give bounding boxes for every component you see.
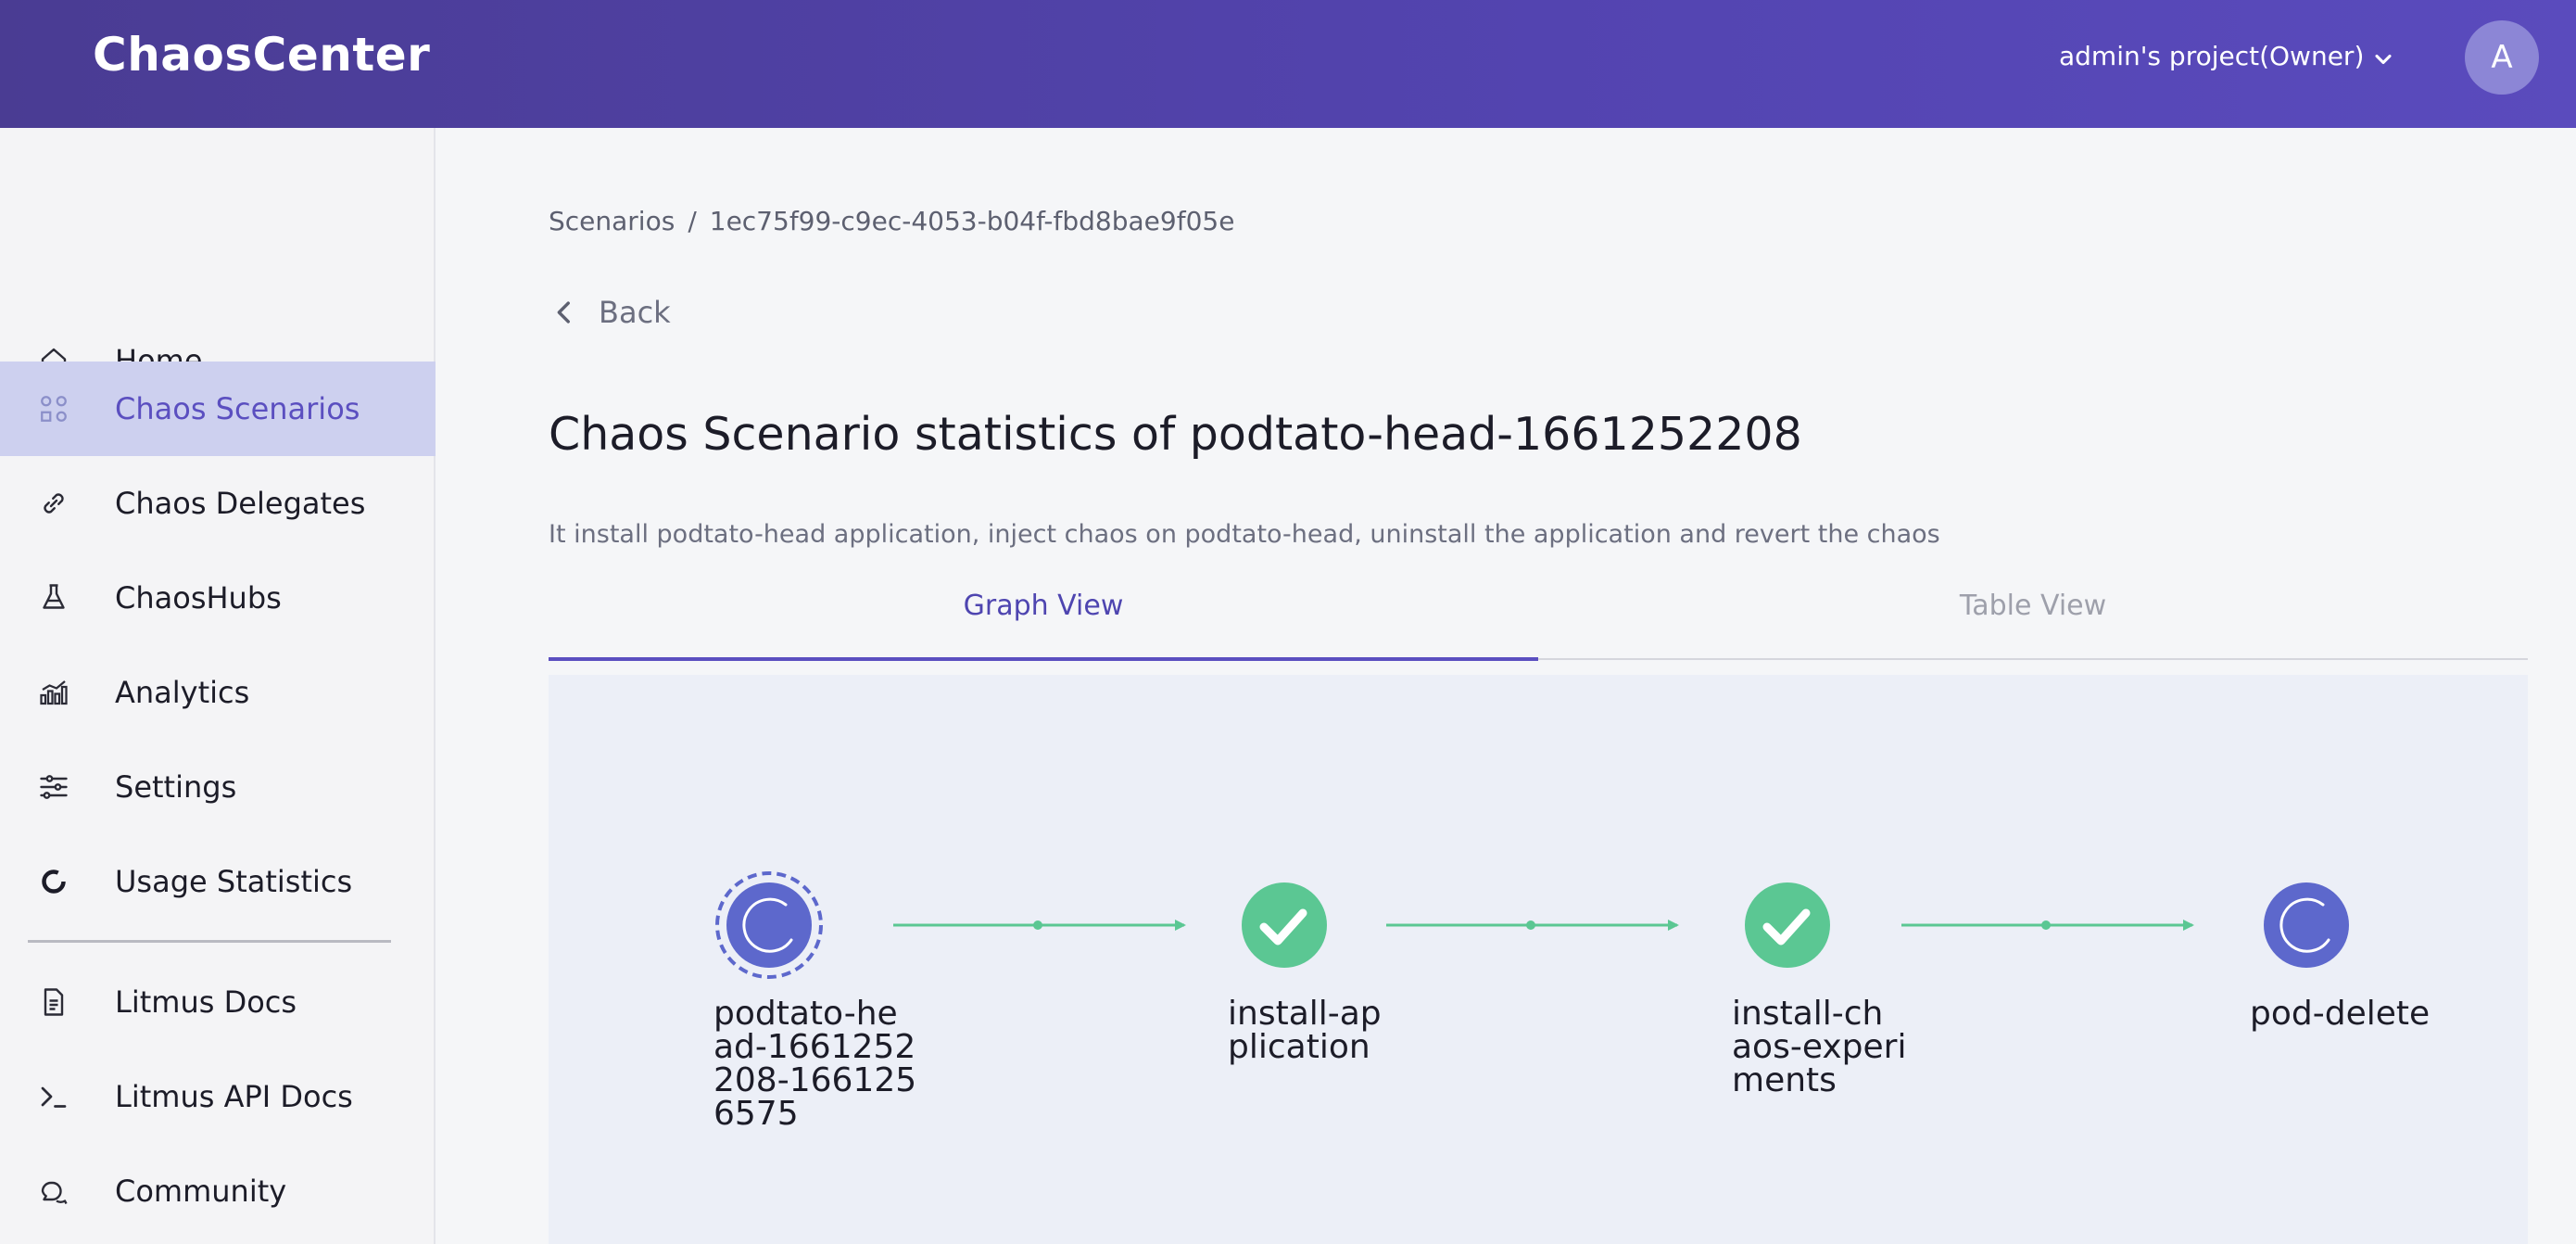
graph-node-label: install-ap plication — [1228, 997, 1382, 1064]
sidebar-item-settings[interactable]: Settings — [0, 740, 436, 834]
top-header: ChaosCenter admin's project(Owner) A — [0, 0, 2576, 128]
back-label: Back — [599, 295, 671, 330]
node-label-line: podtato-he — [713, 995, 898, 1033]
sidebar-item-label: Community — [115, 1174, 287, 1209]
workflow-graph-canvas — [715, 871, 2349, 979]
node-label-line: 6575 — [713, 1095, 799, 1133]
terminal-icon — [41, 1086, 67, 1108]
graph-node-running-icon[interactable] — [2264, 882, 2349, 968]
node-label-line: install-ch — [1732, 995, 1884, 1033]
node-label-line: aos-experi — [1732, 1028, 1907, 1066]
view-tabs: Graph View Table View — [549, 575, 2528, 661]
sidebar-item-litmus-api-docs[interactable]: Litmus API Docs — [0, 1049, 436, 1144]
back-button[interactable]: Back — [549, 295, 671, 330]
sidebar-item-label: Litmus API Docs — [115, 1079, 353, 1114]
breadcrumb-separator: / — [688, 206, 697, 236]
workflow-graph: podtato-he ad-1661252 208-166125 6575 in… — [549, 675, 2528, 1244]
page-title: Chaos Scenario statistics of podtato-hea… — [549, 408, 1802, 461]
sidebar-item-chaos-delegates[interactable]: Chaos Delegates — [0, 456, 436, 551]
breadcrumb: Scenarios / 1ec75f99-c9ec-4053-b04f-fbd8ba… — [549, 206, 1234, 236]
graph-node-label: pod-delete — [2250, 997, 2430, 1031]
scenarios-icon — [41, 396, 67, 422]
node-label-line: install-ap — [1228, 995, 1382, 1033]
sidebar-divider — [28, 940, 391, 943]
graph-edge — [1386, 920, 1679, 931]
graph-edge — [893, 920, 1186, 931]
graph-node-running-icon[interactable] — [715, 871, 823, 979]
node-label-line: 208-166125 — [713, 1061, 917, 1099]
sidebar-item-chaoshubs[interactable]: ChaosHubs — [0, 551, 436, 645]
sidebar-item-label: ChaosHubs — [115, 580, 282, 616]
graph-node-success-icon[interactable] — [1745, 882, 1830, 968]
document-icon — [44, 988, 64, 1016]
page-description: It install podtato-head application, inj… — [549, 520, 1940, 549]
active-tab-indicator — [549, 657, 1538, 661]
ring-icon — [42, 870, 66, 894]
breadcrumb-current: 1ec75f99-c9ec-4053-b04f-fbd8bae9f05e — [709, 206, 1235, 236]
link-icon — [44, 493, 64, 514]
node-label-line: ad-1661252 — [713, 1028, 916, 1066]
brand-logo[interactable]: ChaosCenter — [93, 28, 430, 82]
sidebar-item-litmus-docs[interactable]: Litmus Docs — [0, 955, 436, 1049]
chat-icon — [41, 1181, 68, 1205]
sidebar-item-chaos-scenarios[interactable]: Chaos Scenarios — [0, 362, 436, 456]
graph-node-label: podtato-he ad-1661252 208-166125 6575 — [713, 997, 916, 1131]
sidebar-item-label: Usage Statistics — [115, 864, 353, 899]
sidebar: Home Chaos Scenarios Chaos Delegates Cha… — [0, 128, 436, 1244]
sliders-icon — [40, 775, 68, 799]
chevron-down-icon[interactable] — [2370, 46, 2396, 72]
project-selector-label[interactable]: admin's project(Owner) — [2059, 41, 2364, 71]
sidebar-item-label: Analytics — [115, 675, 250, 710]
sidebar-item-usage-statistics[interactable]: Usage Statistics — [0, 834, 436, 929]
node-label-line: ments — [1732, 1061, 1837, 1099]
node-label-line: pod-delete — [2250, 995, 2431, 1033]
sidebar-item-analytics[interactable]: Analytics — [0, 645, 436, 740]
node-label-line: plication — [1228, 1028, 1370, 1066]
breadcrumb-scenarios-link[interactable]: Scenarios — [549, 206, 675, 236]
sidebar-item-community[interactable]: Community — [0, 1144, 436, 1238]
chevron-left-icon — [557, 301, 570, 324]
tab-graph-view[interactable]: Graph View — [549, 590, 1538, 622]
avatar[interactable]: A — [2465, 20, 2539, 95]
graph-node-success-icon[interactable] — [1242, 882, 1327, 968]
graph-edge — [1901, 920, 2194, 931]
sidebar-item-label: Litmus Docs — [115, 984, 297, 1020]
tab-table-view[interactable]: Table View — [1538, 590, 2528, 622]
analytics-icon — [40, 680, 68, 705]
flask-icon — [43, 584, 65, 609]
sidebar-item-label: Settings — [115, 769, 237, 805]
sidebar-item-label: Chaos Delegates — [115, 486, 366, 521]
sidebar-item-label: Chaos Scenarios — [115, 391, 360, 426]
graph-node-label: install-ch aos-experi ments — [1732, 997, 1906, 1098]
